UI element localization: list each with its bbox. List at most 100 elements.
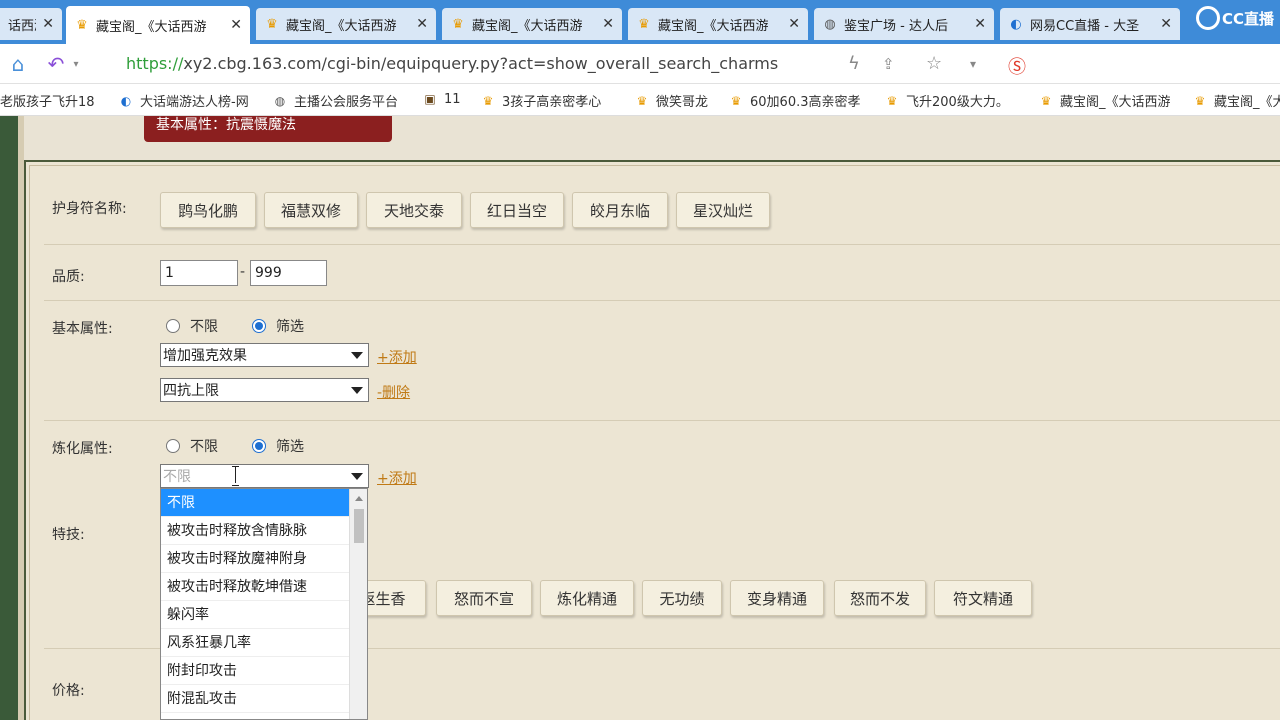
skill-label: 特技: — [52, 527, 85, 543]
add-basic-attr-link[interactable]: +添加 — [377, 347, 417, 367]
basic-attr-select-1[interactable]: 增加强克效果 — [160, 343, 369, 367]
dropdown-option[interactable]: 被攻击时释放含情脉脉 — [161, 517, 350, 545]
cc-icon: ◐ — [1010, 16, 1022, 32]
bookmark-item[interactable]: ♛ 3孩子高亲密孝心 — [480, 91, 618, 111]
gold-ingot-icon: ♛ — [266, 16, 278, 32]
row-divider — [44, 244, 1280, 245]
lightning-icon[interactable]: ϟ — [848, 53, 860, 74]
close-icon[interactable]: ✕ — [1160, 16, 1172, 32]
row-divider — [44, 420, 1280, 421]
gold-ingot-icon: ♛ — [452, 16, 464, 32]
close-icon[interactable]: ✕ — [42, 16, 54, 32]
charm-name-chip[interactable]: 皎月东临 — [572, 192, 668, 228]
browser-tab[interactable]: ◐ 网易CC直播 - 大圣 ✕ — [1000, 8, 1180, 40]
browser-tab-strip: 话西游 ✕ ♛ 藏宝阁_《大话西游 ✕ ♛ 藏宝阁_《大话西游 ✕ ♛ 藏宝阁_… — [0, 0, 1280, 44]
bookmark-item[interactable]: ▣ 11 — [422, 91, 472, 107]
gold-ingot-icon: ♛ — [76, 17, 88, 33]
skill-chip[interactable]: 符文精通 — [934, 580, 1032, 616]
quality-min-input[interactable]: 1 — [160, 260, 238, 286]
charm-name-chip[interactable]: 鹍鸟化鹏 — [160, 192, 256, 228]
close-icon[interactable]: ✕ — [416, 16, 428, 32]
skill-chip[interactable]: 无功绩 — [642, 580, 722, 616]
chevron-down-icon[interactable]: ▾ — [70, 52, 82, 76]
bookmark-item[interactable]: ♛ 飞升200级大力。 — [884, 91, 1024, 111]
bookmark-item[interactable]: 老版孩子飞升18 — [0, 91, 106, 110]
refine-attr-filter-radio[interactable]: 筛选 — [252, 436, 304, 456]
dropdown-scrollbar[interactable] — [349, 489, 367, 719]
price-label: 价格: — [52, 683, 85, 699]
dropdown-option[interactable]: 被攻击时释放乾坤借速 — [161, 573, 350, 601]
skill-chip[interactable]: 怒而不宣 — [436, 580, 532, 616]
charm-name-label: 护身符名称: — [52, 201, 127, 217]
radio-circle — [166, 439, 180, 453]
dropdown-option[interactable]: 被攻击时释放魔神附身 — [161, 545, 350, 573]
chevron-down-icon — [346, 352, 368, 359]
cc-icon: ◐ — [120, 93, 132, 108]
close-icon[interactable]: ✕ — [974, 16, 986, 32]
charm-name-chip[interactable]: 红日当空 — [470, 192, 564, 228]
chevron-down-icon[interactable]: ▾ — [970, 57, 976, 71]
dropdown-option[interactable]: 躲闪率 — [161, 601, 350, 629]
close-icon[interactable]: ✕ — [602, 16, 614, 32]
close-icon[interactable]: ✕ — [230, 17, 242, 33]
basic-attr-banner: 基本属性：抗震慑魔法 — [144, 116, 392, 142]
scroll-up-icon[interactable] — [350, 491, 367, 505]
gold-ingot-icon: ♛ — [1040, 93, 1052, 108]
gold-ingot-icon: ♛ — [1194, 93, 1206, 108]
skill-chip[interactable]: 怒而不发 — [834, 580, 926, 616]
add-refine-attr-link[interactable]: +添加 — [377, 468, 417, 488]
charm-name-chip[interactable]: 福慧双修 — [264, 192, 358, 228]
cc-live-badge: CC直播 — [1195, 6, 1274, 30]
bookmark-item[interactable]: ♛ 藏宝阁_《大 — [1192, 91, 1280, 111]
chevron-down-icon — [346, 473, 368, 480]
skill-chip[interactable]: 炼化精通 — [540, 580, 634, 616]
refine-attr-select[interactable]: 不限 — [160, 464, 369, 488]
quality-label: 品质: — [52, 269, 85, 285]
quality-max-input[interactable]: 999 — [250, 260, 327, 286]
star-icon[interactable]: ☆ — [926, 53, 942, 74]
bookmark-item[interactable]: ♛ 60加60.3高亲密孝 — [728, 91, 866, 111]
bookmark-item[interactable]: ♛ 藏宝阁_《大话西游 — [1038, 91, 1178, 111]
globe-icon: ◍ — [824, 16, 836, 32]
basic-attr-unlimited-radio[interactable]: 不限 — [166, 316, 218, 336]
close-icon[interactable]: ✕ — [788, 16, 800, 32]
gold-ingot-icon: ♛ — [886, 93, 898, 108]
browser-tab[interactable]: 话西游 ✕ — [0, 8, 62, 40]
url-field[interactable]: https://xy2.cbg.163.com/cgi-bin/equipque… — [126, 54, 778, 73]
basic-attr-label: 基本属性: — [52, 321, 113, 337]
delete-basic-attr-link[interactable]: -删除 — [377, 382, 410, 402]
browser-tab[interactable]: ◍ 鉴宝广场 - 达人后 ✕ — [814, 8, 994, 40]
bookmarks-bar: 老版孩子飞升18 ◐ 大话端游达人榜-网 ◍ 主播公会服务平台 ▣ 11 ♛ 3… — [0, 84, 1280, 116]
dropdown-option[interactable]: 不限 — [161, 489, 350, 517]
undo-icon[interactable]: ↶ — [44, 52, 68, 76]
browser-tab[interactable]: ♛ 藏宝阁_《大话西游 ✕ — [628, 8, 808, 40]
browser-tab[interactable]: ♛ 藏宝阁_《大话西游 ✕ — [442, 8, 622, 40]
bookmark-item[interactable]: ◐ 大话端游达人榜-网 — [118, 91, 262, 111]
browser-tab[interactable]: ♛ 藏宝阁_《大话西游 ✕ — [256, 8, 436, 40]
text-cursor-icon — [232, 466, 240, 486]
row-divider — [44, 300, 1280, 301]
dropdown-option[interactable]: 风系狂暴几率 — [161, 629, 350, 657]
dropdown-option[interactable]: 附混乱攻击 — [161, 685, 350, 713]
skill-chip[interactable]: 变身精通 — [730, 580, 824, 616]
bookmark-item[interactable]: ♛ 微笑哥龙 — [634, 91, 718, 111]
address-bar: ⌂ ↶ ▾ https://xy2.cbg.163.com/cgi-bin/eq… — [0, 44, 1280, 84]
gold-ingot-icon: ♛ — [730, 93, 742, 108]
charm-name-chip[interactable]: 天地交泰 — [366, 192, 462, 228]
bookmark-item[interactable]: ◍ 主播公会服务平台 — [272, 91, 412, 111]
share-icon[interactable]: ⇪ — [882, 55, 895, 73]
refine-attr-unlimited-radio[interactable]: 不限 — [166, 436, 218, 456]
sogou-icon[interactable]: Ⓢ — [1008, 53, 1026, 79]
globe-icon: ◍ — [274, 93, 286, 108]
browser-tab-active[interactable]: ♛ 藏宝阁_《大话西游 ✕ — [66, 6, 250, 44]
charm-name-chip[interactable]: 星汉灿烂 — [676, 192, 770, 228]
basic-attr-select-2[interactable]: 四抗上限 — [160, 378, 369, 402]
radio-circle-checked — [252, 319, 266, 333]
scrollbar-thumb[interactable] — [354, 509, 364, 543]
chevron-down-icon — [346, 387, 368, 394]
dropdown-option[interactable]: 附封印攻击 — [161, 657, 350, 685]
basic-attr-filter-radio[interactable]: 筛选 — [252, 316, 304, 336]
radio-circle-checked — [252, 439, 266, 453]
gold-ingot-icon: ♛ — [638, 16, 650, 32]
home-icon[interactable]: ⌂ — [6, 52, 30, 76]
